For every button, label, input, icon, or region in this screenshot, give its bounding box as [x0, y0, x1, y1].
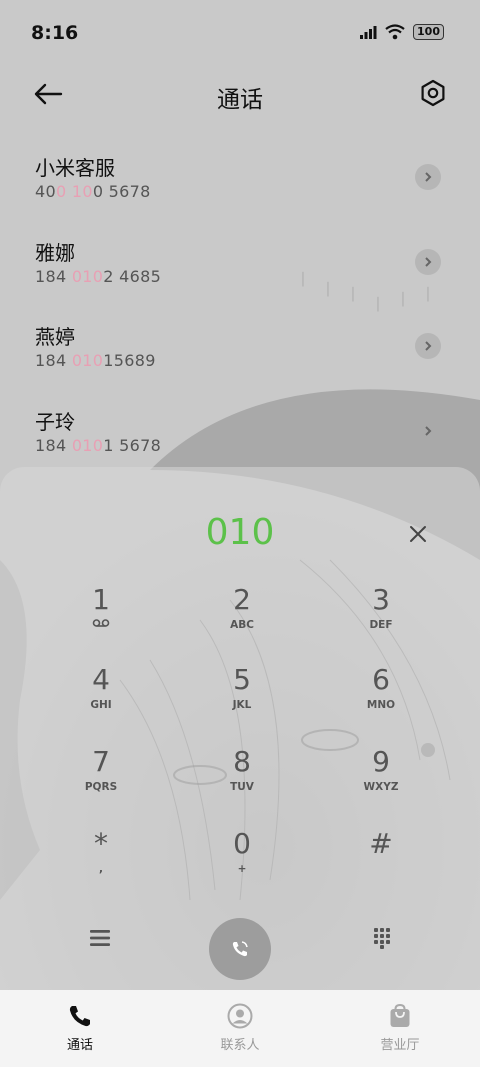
- wifi-icon: [385, 24, 405, 40]
- contact-name: 小米客服: [35, 156, 115, 180]
- menu-button[interactable]: [84, 922, 116, 954]
- status-time: 8:16: [31, 22, 79, 44]
- signal-icon: [360, 26, 377, 39]
- keypad-icon: [374, 928, 390, 949]
- nav-label: 联系人: [220, 1038, 260, 1053]
- gear-icon: [421, 79, 445, 107]
- close-icon: [410, 526, 426, 542]
- chevron-right-icon: [425, 425, 432, 436]
- contact-name: 子玲: [35, 409, 75, 434]
- contact-detail-button[interactable]: [415, 248, 441, 275]
- contact-number: 184 01015689: [35, 351, 156, 370]
- dial-key-4[interactable]: 4 GHI: [41, 662, 161, 732]
- header: 通话: [0, 68, 480, 120]
- keypad-toggle-button[interactable]: [366, 922, 398, 954]
- chevron-right-icon: [425, 341, 432, 351]
- nav-tab-calls[interactable]: 通话: [0, 990, 160, 1067]
- dial-key-2[interactable]: 2 ABC: [182, 582, 302, 652]
- contact-number: 184 0101 5678: [35, 435, 162, 455]
- contact-row[interactable]: 小米客服 400 100 5678: [0, 140, 480, 225]
- phone-call-icon: [232, 941, 248, 957]
- contact-number: 400 100 5678: [35, 182, 151, 201]
- nav-label: 营业厅: [380, 1038, 420, 1053]
- dial-key-8[interactable]: 8 TUV: [182, 744, 302, 814]
- battery-indicator: 100: [413, 24, 444, 40]
- dial-key-1[interactable]: 1: [41, 582, 161, 652]
- contact-name: 燕婷: [35, 325, 75, 349]
- contact-list: 小米客服 400 100 5678 雅娜 184 0102 4685 燕婷 18…: [0, 140, 480, 478]
- dial-key-3[interactable]: 3 DEF: [321, 582, 441, 652]
- dial-key-hash[interactable]: #: [321, 826, 441, 896]
- contact-detail-button[interactable]: [415, 417, 441, 444]
- dial-key-9[interactable]: 9 WXYZ: [321, 744, 441, 814]
- settings-button[interactable]: [416, 76, 450, 110]
- person-icon: [226, 1002, 254, 1030]
- bottom-nav: 通话 联系人 营业厅: [0, 990, 480, 1067]
- voicemail-icon: [92, 619, 110, 627]
- dial-key-star[interactable]: * ,: [41, 826, 161, 896]
- contact-number: 184 0102 4685: [35, 266, 162, 286]
- contact-detail-button[interactable]: [415, 333, 441, 359]
- dial-key-0[interactable]: 0 +: [182, 826, 302, 896]
- call-button[interactable]: [209, 918, 271, 980]
- chevron-right-icon: [425, 172, 432, 182]
- page-title: 通话: [217, 87, 263, 113]
- dial-key-6[interactable]: 6 MNO: [321, 662, 441, 732]
- menu-icon: [90, 930, 110, 946]
- bag-icon: [386, 1002, 414, 1030]
- contact-row[interactable]: 燕婷 184 01015689: [0, 309, 480, 394]
- status-bar: 8:16 100: [0, 0, 480, 60]
- dial-key-5[interactable]: 5 JKL: [182, 662, 302, 732]
- dial-actions: [0, 918, 480, 980]
- status-icons: 100: [359, 24, 444, 40]
- nav-tab-contacts[interactable]: 联系人: [160, 990, 320, 1067]
- clear-button[interactable]: [404, 520, 432, 548]
- contact-detail-button[interactable]: [415, 164, 441, 190]
- contact-row[interactable]: 子玲 184 0101 5678: [0, 394, 480, 479]
- nav-tab-service-hall[interactable]: 营业厅: [320, 990, 480, 1067]
- chevron-right-icon: [425, 256, 432, 267]
- contact-name: 雅娜: [35, 240, 75, 265]
- dial-key-7[interactable]: 7 PQRS: [41, 744, 161, 814]
- phone-icon: [66, 1002, 94, 1030]
- contact-row[interactable]: 雅娜 184 0102 4685: [0, 225, 480, 310]
- nav-label: 通话: [66, 1038, 93, 1053]
